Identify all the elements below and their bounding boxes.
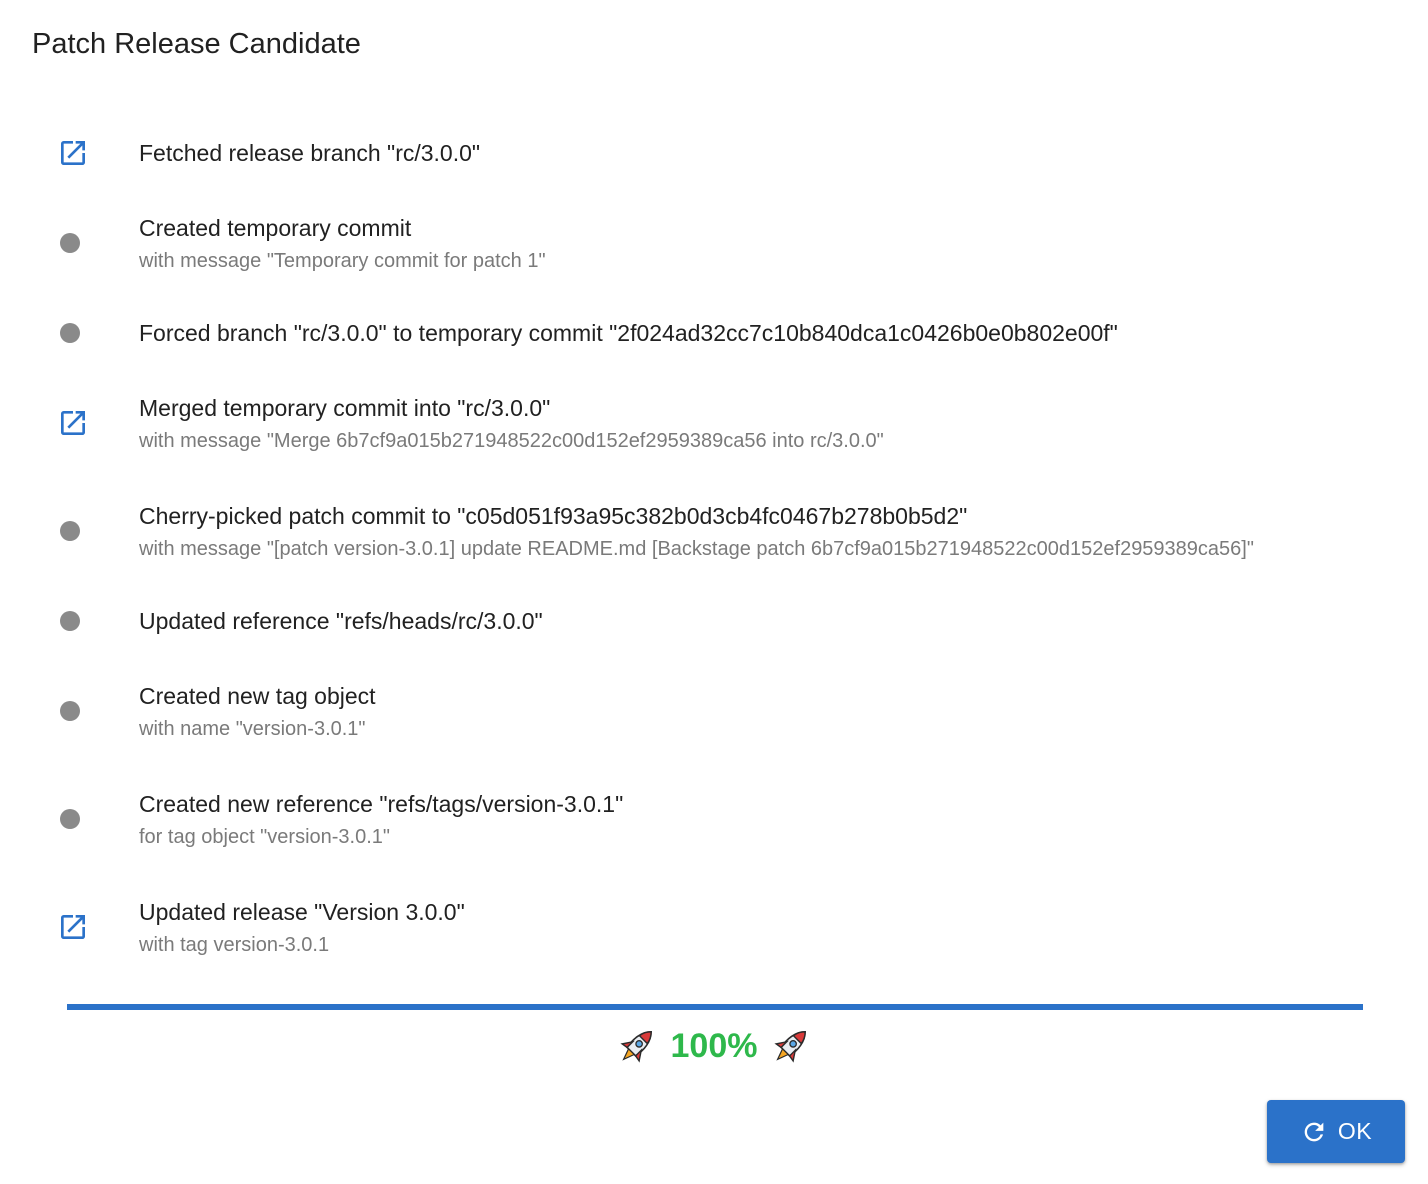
step-text: Merged temporary commit into "rc/3.0.0" …: [139, 393, 1388, 454]
dialog-title: Patch Release Candidate: [32, 28, 361, 60]
open-in-new-icon[interactable]: [56, 406, 90, 440]
step-message: Forced branch "rc/3.0.0" to temporary co…: [139, 320, 1118, 346]
dot-icon: [53, 514, 87, 548]
step-detail: with tag version-3.0.1: [139, 934, 330, 956]
step-message: Merged temporary commit into "rc/3.0.0": [139, 395, 551, 421]
step-text: Created temporary commit with message "T…: [139, 213, 1388, 274]
progress-bar: [67, 1004, 1363, 1010]
rocket-icon: [774, 1031, 807, 1063]
step-detail: with message "Temporary commit for patch…: [139, 250, 546, 272]
step-text: Updated release "Version 3.0.0" with tag…: [139, 897, 1388, 958]
step-text: Cherry-picked patch commit to "c05d051f9…: [139, 501, 1388, 562]
step-detail: with message "Merge 6b7cf9a015b271948522…: [139, 430, 884, 452]
patch-dialog: Patch Release Candidate Fetched release …: [0, 0, 1428, 1184]
progress-status: 100%: [0, 1022, 1428, 1070]
step-message: Created temporary commit: [139, 215, 412, 241]
progress-percent: 100%: [670, 1027, 758, 1065]
step-detail: for tag object "version-3.0.1": [139, 826, 390, 848]
step-message: Updated reference "refs/heads/rc/3.0.0": [139, 608, 543, 634]
dot-icon: [53, 226, 87, 260]
step-detail: with name "version-3.0.1": [139, 718, 366, 740]
step-message: Updated release "Version 3.0.0": [139, 899, 465, 925]
step-message: Fetched release branch "rc/3.0.0": [139, 140, 481, 166]
dot-icon: [53, 604, 87, 638]
step-text: Created new reference "refs/tags/version…: [139, 789, 1388, 850]
step-text: Fetched release branch "rc/3.0.0": [139, 138, 1388, 168]
step-text: Updated reference "refs/heads/rc/3.0.0": [139, 606, 1388, 636]
step-text: Created new tag object with name "versio…: [139, 681, 1388, 742]
ok-button[interactable]: OK: [1267, 1100, 1405, 1163]
dot-icon: [53, 802, 87, 836]
open-in-new-icon[interactable]: [56, 136, 90, 170]
step-message: Created new reference "refs/tags/version…: [139, 791, 624, 817]
rocket-icon: [619, 1031, 652, 1063]
step-detail: with message "[patch version-3.0.1] upda…: [139, 538, 1254, 560]
step-message: Created new tag object: [139, 683, 376, 709]
dot-icon: [53, 316, 87, 350]
ok-button-label: OK: [1337, 1118, 1373, 1144]
progress-fill: [67, 1004, 1363, 1010]
step-message: Cherry-picked patch commit to "c05d051f9…: [139, 503, 968, 529]
open-in-new-icon[interactable]: [56, 910, 90, 944]
refresh-icon: [1304, 1122, 1324, 1141]
step-text: Forced branch "rc/3.0.0" to temporary co…: [139, 318, 1388, 348]
dot-icon: [53, 694, 87, 728]
